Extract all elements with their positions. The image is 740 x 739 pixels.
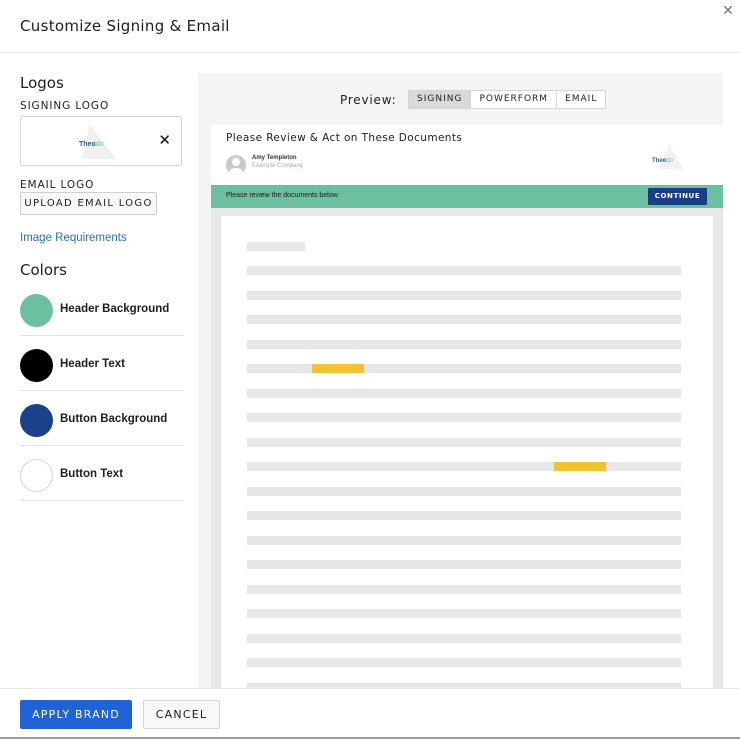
placeholder-line <box>247 389 681 398</box>
signature-field-placeholder <box>312 364 364 373</box>
cancel-button[interactable]: CANCEL <box>143 700 220 729</box>
placeholder-line <box>247 634 681 643</box>
placeholder-line <box>247 291 681 300</box>
logo-triangle-icon <box>659 143 683 169</box>
placeholder-line <box>247 413 681 422</box>
preview-document-area <box>211 208 723 689</box>
color-row-header-text[interactable]: Header Text <box>20 336 184 391</box>
preview-logo: Theodo <box>652 158 673 164</box>
placeholder-line <box>247 340 681 349</box>
tab-signing[interactable]: SIGNING <box>409 91 472 108</box>
sender-name: Amy Templeton <box>252 155 297 161</box>
color-label: Header Background <box>60 303 170 315</box>
tab-powerform[interactable]: POWERFORM <box>471 91 558 108</box>
upload-email-logo-button[interactable]: UPLOAD EMAIL LOGO <box>20 192 157 215</box>
preview-label: Preview: <box>340 93 397 107</box>
color-swatch[interactable] <box>20 349 53 382</box>
signing-logo-image: Theodo <box>79 141 104 148</box>
colors-heading: Colors <box>20 261 67 279</box>
preview-tabs: SIGNING POWERFORM EMAIL <box>408 90 607 109</box>
preview-doc-title: Please Review & Act on These Documents <box>226 132 463 144</box>
continue-button: CONTINUE <box>648 188 707 205</box>
placeholder-line <box>247 511 681 520</box>
placeholder-line <box>247 585 681 594</box>
dialog-header: Customize Signing & Email ✕ <box>0 0 740 53</box>
image-requirements-link[interactable]: Image Requirements <box>20 232 184 244</box>
preview-doc-header: Please Review & Act on These Documents A… <box>211 125 723 185</box>
placeholder-line <box>247 560 681 569</box>
preview-page <box>221 216 713 689</box>
logo-text-main: Theo <box>652 158 667 164</box>
apply-brand-button[interactable]: APPLY BRAND <box>20 700 132 729</box>
remove-logo-icon[interactable]: ✕ <box>158 130 171 150</box>
sidebar: Logos SIGNING LOGO Theodo ✕ EMAIL LOGO U… <box>20 74 184 501</box>
placeholder-line <box>247 462 681 471</box>
color-swatch[interactable] <box>20 404 53 437</box>
color-label: Header Text <box>60 358 125 370</box>
color-list: Header Background Header Text Button Bac… <box>20 281 184 501</box>
customize-signing-email-dialog: Customize Signing & Email ✕ Logos SIGNIN… <box>0 0 740 739</box>
color-swatch[interactable] <box>20 294 53 327</box>
tab-email[interactable]: EMAIL <box>557 91 605 108</box>
placeholder-line <box>247 609 681 618</box>
logo-text-accent: do <box>95 141 104 148</box>
color-row-header-background[interactable]: Header Background <box>20 281 184 336</box>
placeholder-line <box>247 438 681 447</box>
dialog-title: Customize Signing & Email <box>20 17 230 35</box>
placeholder-line <box>247 242 305 251</box>
close-icon[interactable]: ✕ <box>721 3 735 19</box>
sender-company: Example Company <box>252 163 303 169</box>
color-label: Button Background <box>60 413 168 425</box>
placeholder-line <box>247 658 681 667</box>
dialog-footer: APPLY BRAND CANCEL <box>0 688 740 739</box>
preview-panel: Preview: SIGNING POWERFORM EMAIL Please … <box>198 73 723 689</box>
color-row-button-background[interactable]: Button Background <box>20 391 184 446</box>
color-swatch[interactable] <box>20 459 53 492</box>
logo-text-main: Theo <box>79 141 96 148</box>
color-row-button-text[interactable]: Button Text <box>20 446 184 501</box>
placeholder-line <box>247 536 681 545</box>
banner-text: Please review the documents below. <box>226 192 340 199</box>
signing-logo-box: Theodo ✕ <box>20 116 182 166</box>
color-label: Button Text <box>60 468 124 480</box>
logos-heading: Logos <box>20 74 64 92</box>
signing-logo-label: SIGNING LOGO <box>20 100 110 112</box>
email-logo-label: EMAIL LOGO <box>20 179 95 191</box>
preview-banner: Please review the documents below. CONTI… <box>211 185 723 208</box>
placeholder-line <box>247 487 681 496</box>
avatar-icon <box>226 155 246 175</box>
logo-text-accent: do <box>666 158 674 164</box>
placeholder-line <box>247 315 681 324</box>
signature-field-placeholder <box>554 462 606 471</box>
placeholder-line <box>247 266 681 275</box>
